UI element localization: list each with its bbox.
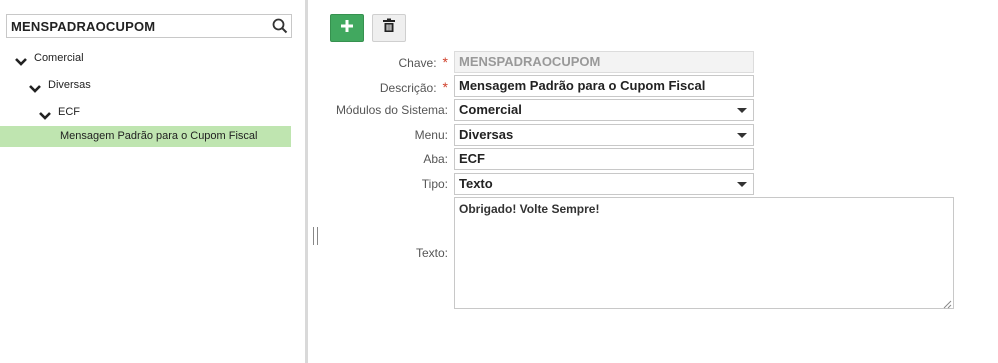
aba-value: ECF <box>459 151 485 166</box>
texto-label: Texto: <box>416 243 448 263</box>
texto-label-text: Texto: <box>415 246 448 260</box>
modulos-label-text: Módulos do Sistema: <box>335 103 448 117</box>
resize-grip-icon[interactable] <box>943 298 952 309</box>
modulos-select[interactable]: Comercial <box>454 99 754 121</box>
aba-field[interactable]: ECF <box>454 148 754 170</box>
chave-label: Chave: * <box>399 52 448 72</box>
trash-icon <box>382 18 396 38</box>
search-input[interactable] <box>7 15 267 37</box>
descricao-label: Descrição: * <box>380 77 448 97</box>
modulos-label: Módulos do Sistema: <box>336 100 448 120</box>
menu-label: Menu: <box>415 125 448 145</box>
add-button[interactable] <box>330 14 364 42</box>
plus-icon <box>340 19 354 38</box>
tree-panel: Comercial Diversas ECF Mensagem Padrão p… <box>0 0 305 363</box>
modulos-value: Comercial <box>459 102 522 117</box>
aba-label-text: Aba: <box>423 152 448 166</box>
caret-down-icon <box>737 133 747 138</box>
search-icon[interactable] <box>271 17 289 35</box>
chave-field: MENSPADRAOCUPOM <box>454 51 754 73</box>
caret-down-icon <box>737 182 747 187</box>
tree-node-label: ECF <box>58 106 80 118</box>
tipo-value: Texto <box>459 176 493 191</box>
tipo-label: Tipo: <box>422 174 448 194</box>
chave-value: MENSPADRAOCUPOM <box>459 54 601 69</box>
tipo-label-text: Tipo: <box>421 177 448 191</box>
descricao-value: Mensagem Padrão para o Cupom Fiscal <box>459 78 706 93</box>
chevron-down-icon[interactable] <box>28 80 42 93</box>
tree-node-label: Mensagem Padrão para o Cupom Fiscal <box>60 130 258 142</box>
texto-textarea[interactable]: Obrigado! Volte Sempre! <box>454 197 954 309</box>
chevron-down-icon[interactable] <box>38 107 52 120</box>
tree-node-label: Comercial <box>34 52 84 64</box>
search-box <box>6 14 292 38</box>
menu-select[interactable]: Diversas <box>454 124 754 146</box>
menu-label-text: Menu: <box>414 128 448 142</box>
required-marker: * <box>442 79 448 95</box>
tree-node-selected[interactable]: Mensagem Padrão para o Cupom Fiscal <box>0 126 291 147</box>
descricao-field[interactable]: Mensagem Padrão para o Cupom Fiscal <box>454 75 754 97</box>
tipo-select[interactable]: Texto <box>454 173 754 195</box>
tree-node-ecf[interactable]: ECF <box>38 101 80 123</box>
chave-label-text: Chave: <box>398 56 437 70</box>
caret-down-icon <box>737 108 747 113</box>
tree-node-diversas[interactable]: Diversas <box>28 74 91 96</box>
texto-value: Obrigado! Volte Sempre! <box>459 202 600 216</box>
required-marker: * <box>442 54 448 70</box>
delete-button[interactable] <box>372 14 406 42</box>
aba-label: Aba: <box>423 149 448 169</box>
splitter-grip-icon[interactable] <box>313 227 318 245</box>
panel-splitter[interactable] <box>305 0 308 363</box>
tree-node-label: Diversas <box>48 79 91 91</box>
menu-value: Diversas <box>459 127 514 142</box>
tree-node-comercial[interactable]: Comercial <box>14 47 84 69</box>
descricao-label-text: Descrição: <box>379 81 437 95</box>
chevron-down-icon[interactable] <box>14 53 28 66</box>
